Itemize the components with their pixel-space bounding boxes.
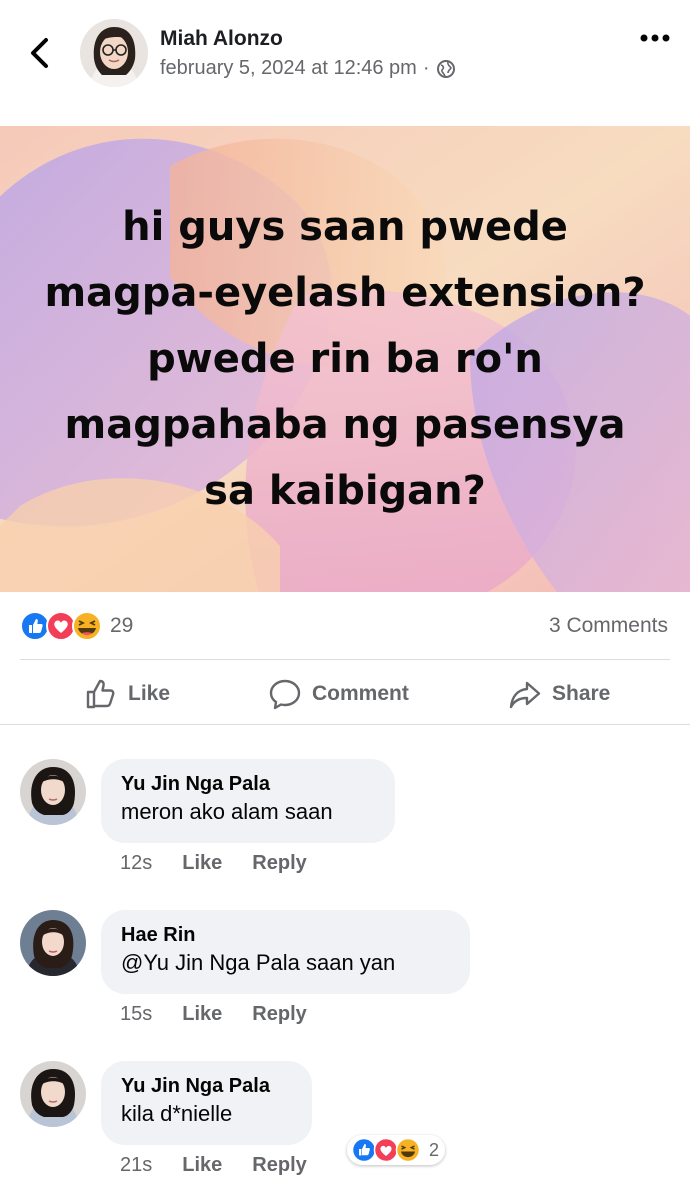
comment-time: 21s	[120, 1154, 153, 1176]
like-reaction-icon	[351, 1137, 377, 1163]
comment-like-button[interactable]: Like	[182, 1003, 222, 1026]
commenter-avatar[interactable]	[20, 1061, 86, 1127]
share-label: Share	[552, 682, 611, 705]
comment-text: meron ako alam saan	[121, 799, 333, 824]
commenter-name[interactable]: Yu Jin Nga Pala	[121, 771, 375, 797]
meta-separator: ·	[422, 57, 430, 79]
post-timestamp[interactable]: february 5, 2024 at 12:46 pm	[160, 57, 417, 80]
post-text: hi guys saan pwede magpa-eyelash extensi…	[44, 204, 646, 514]
comment-text: @Yu Jin Nga Pala saan yan	[121, 950, 396, 975]
comment-bubble[interactable]: Yu Jin Nga Pala kila d*nielle	[101, 1061, 312, 1145]
commenter-name[interactable]: Yu Jin Nga Pala	[121, 1073, 292, 1099]
comment-bubble[interactable]: Yu Jin Nga Pala meron ako alam saan	[101, 759, 395, 843]
reaction-stack	[20, 611, 102, 641]
love-reaction-icon	[46, 611, 76, 641]
globe-icon	[436, 59, 455, 78]
more-options-button[interactable]	[638, 26, 672, 54]
reaction-stack	[351, 1137, 421, 1163]
comment-meta: 21s Like Reply	[120, 1154, 307, 1177]
comment-reply-button[interactable]: Reply	[252, 1003, 306, 1026]
comment-meta: 12s Like Reply	[120, 852, 307, 875]
author-avatar[interactable]	[80, 19, 148, 87]
commenter-avatar[interactable]	[20, 910, 86, 976]
commenter-name[interactable]: Hae Rin	[121, 922, 450, 948]
haha-reaction-icon	[395, 1137, 421, 1163]
comment-text: kila d*nielle	[121, 1101, 233, 1126]
comment-reaction-count: 2	[429, 1139, 440, 1160]
commenter-avatar[interactable]	[20, 759, 86, 825]
author-name[interactable]: Miah Alonzo	[160, 27, 283, 51]
comment-like-button[interactable]: Like	[182, 852, 222, 875]
back-button[interactable]	[24, 34, 56, 72]
divider	[0, 724, 690, 725]
comment-like-button[interactable]: Like	[182, 1154, 222, 1177]
reaction-count[interactable]: 29	[110, 614, 133, 638]
comment-reply-button[interactable]: Reply	[252, 1154, 306, 1177]
comment-count[interactable]: 3 Comments	[549, 614, 668, 638]
comment-time: 12s	[120, 852, 153, 874]
divider	[20, 659, 670, 660]
like-label: Like	[128, 682, 171, 705]
chevron-left-icon	[31, 38, 48, 68]
share-icon	[509, 681, 541, 709]
comment-meta: 15s Like Reply	[120, 1003, 307, 1026]
like-button[interactable]: Like	[84, 672, 170, 716]
thumbs-up-icon	[86, 679, 115, 709]
comment-button[interactable]: Comment	[268, 672, 409, 716]
more-horizontal-icon	[640, 34, 670, 42]
comment-bubble[interactable]: Hae Rin @Yu Jin Nga Pala saan yan	[101, 910, 470, 994]
haha-reaction-icon	[72, 611, 102, 641]
comment-label: Comment	[312, 682, 409, 705]
share-button[interactable]: Share	[508, 672, 610, 716]
comment-time: 15s	[120, 1003, 153, 1025]
like-reaction-icon	[20, 611, 50, 641]
post-meta: february 5, 2024 at 12:46 pm ·	[160, 57, 456, 80]
reaction-icons[interactable]	[20, 610, 104, 642]
comment-reactions[interactable]: 2	[347, 1135, 446, 1165]
comment-reply-button[interactable]: Reply	[252, 852, 306, 875]
love-reaction-icon	[373, 1137, 399, 1163]
comment-icon	[269, 679, 301, 710]
